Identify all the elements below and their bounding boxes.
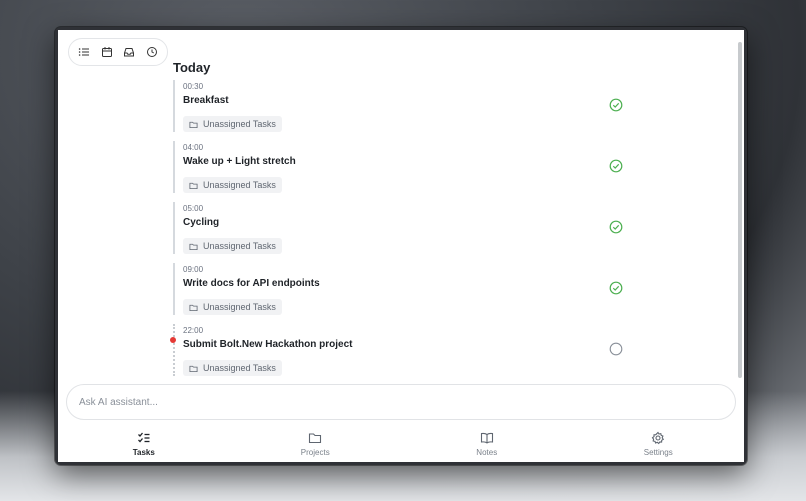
folder-icon <box>189 182 198 189</box>
folder-icon <box>189 121 198 128</box>
task-incomplete-icon[interactable] <box>609 342 623 356</box>
nav-notes-label: Notes <box>476 448 498 457</box>
calendar-icon <box>101 47 112 57</box>
nav-projects[interactable]: Projects <box>230 426 402 462</box>
task-complete-icon[interactable] <box>609 159 623 173</box>
task-time: 00:30 <box>183 82 204 91</box>
task-item[interactable]: 09:00 Write docs for API endpoints Unass… <box>173 263 643 315</box>
task-complete-icon[interactable] <box>609 220 623 234</box>
project-tag-label: Unassigned Tasks <box>203 302 276 312</box>
nav-projects-label: Projects <box>300 448 330 457</box>
list-view-button[interactable] <box>75 43 93 61</box>
nav-tasks-label: Tasks <box>132 448 155 457</box>
gear-icon <box>651 431 665 445</box>
task-time: 22:00 <box>183 326 204 335</box>
project-tag[interactable]: Unassigned Tasks <box>183 360 282 376</box>
task-item[interactable]: 00:30 Breakfast Unassigned Tasks <box>173 80 643 132</box>
task-item[interactable]: 04:00 Wake up + Light stretch Unassigned… <box>173 141 643 193</box>
section-title: Today <box>173 60 211 75</box>
app-content: Today 00:30 Breakfast Unassigned Tasks 0… <box>58 30 744 462</box>
folder-icon <box>189 304 198 311</box>
folder-icon <box>309 433 322 444</box>
calendar-view-button[interactable] <box>98 43 116 61</box>
project-tag-label: Unassigned Tasks <box>203 180 276 190</box>
project-tag-label: Unassigned Tasks <box>203 363 276 373</box>
inbox-icon <box>124 48 135 57</box>
ai-assistant-input[interactable] <box>66 384 736 420</box>
inbox-view-button[interactable] <box>120 43 138 61</box>
clock-icon <box>146 47 157 57</box>
task-item[interactable]: 22:00 Submit Bolt.New Hackathon project … <box>170 324 643 376</box>
history-view-button[interactable] <box>143 43 161 61</box>
project-tag[interactable]: Unassigned Tasks <box>183 299 282 315</box>
list-icon <box>79 48 90 56</box>
current-time-marker <box>170 337 176 343</box>
task-title: Wake up + Light stretch <box>183 156 296 167</box>
tasks-icon <box>137 432 150 443</box>
folder-icon <box>189 365 198 372</box>
project-tag-label: Unassigned Tasks <box>203 119 276 129</box>
project-tag[interactable]: Unassigned Tasks <box>183 177 282 193</box>
task-title: Breakfast <box>183 95 229 106</box>
nav-settings[interactable]: Settings <box>573 426 745 462</box>
nav-settings-label: Settings <box>643 448 673 457</box>
project-tag[interactable]: Unassigned Tasks <box>183 238 282 254</box>
view-switcher <box>68 38 168 66</box>
task-title: Submit Bolt.New Hackathon project <box>183 339 353 350</box>
nav-tasks[interactable]: Tasks <box>58 426 230 462</box>
app-window: Today 00:30 Breakfast Unassigned Tasks 0… <box>55 27 747 465</box>
project-tag-label: Unassigned Tasks <box>203 241 276 251</box>
task-title: Write docs for API endpoints <box>183 278 320 289</box>
project-tag[interactable]: Unassigned Tasks <box>183 116 282 132</box>
task-complete-icon[interactable] <box>609 98 623 112</box>
task-complete-icon[interactable] <box>609 281 623 295</box>
folder-icon <box>189 243 198 250</box>
bottom-navigation: Tasks Projects Notes Settings <box>58 426 744 462</box>
task-item[interactable]: 05:00 Cycling Unassigned Tasks <box>173 202 643 254</box>
task-time: 04:00 <box>183 143 204 152</box>
nav-notes[interactable]: Notes <box>401 426 573 462</box>
scrollbar[interactable] <box>738 42 742 378</box>
task-time: 05:00 <box>183 204 204 213</box>
task-title: Cycling <box>183 217 220 228</box>
book-icon <box>480 432 493 444</box>
task-time: 09:00 <box>183 265 204 274</box>
